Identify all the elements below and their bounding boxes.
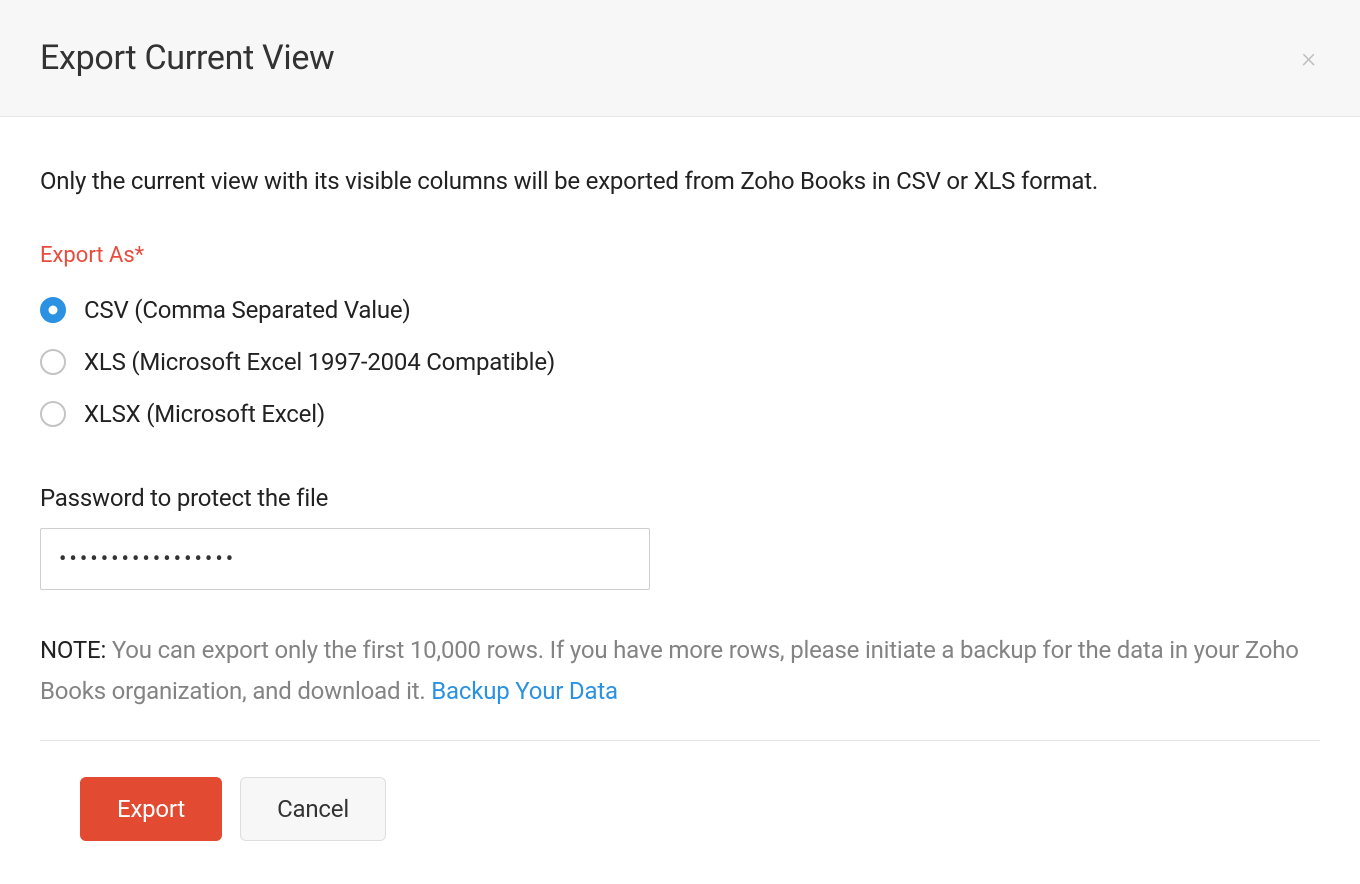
password-label: Password to protect the file: [40, 484, 1320, 512]
modal-header: Export Current View ×: [0, 0, 1360, 117]
radio-option-xlsx[interactable]: XLSX (Microsoft Excel): [40, 400, 1320, 428]
cancel-button[interactable]: Cancel: [240, 777, 386, 841]
radio-option-xls[interactable]: XLS (Microsoft Excel 1997-2004 Compatibl…: [40, 348, 1320, 376]
radio-indicator: [40, 297, 66, 323]
radio-label: XLSX (Microsoft Excel): [84, 400, 325, 428]
radio-indicator: [40, 401, 66, 427]
modal-description: Only the current view with its visible c…: [40, 167, 1320, 195]
export-button[interactable]: Export: [80, 777, 222, 841]
radio-label: XLS (Microsoft Excel 1997-2004 Compatibl…: [84, 348, 555, 376]
radio-label: CSV (Comma Separated Value): [84, 296, 411, 324]
button-row: Export Cancel: [40, 777, 1320, 841]
note-block: NOTE: You can export only the first 10,0…: [40, 630, 1320, 741]
note-text: You can export only the first 10,000 row…: [40, 636, 1299, 705]
note-prefix: NOTE:: [40, 636, 106, 664]
modal-title: Export Current View: [40, 38, 334, 78]
modal-body: Only the current view with its visible c…: [0, 117, 1360, 861]
backup-data-link[interactable]: Backup Your Data: [431, 677, 618, 705]
password-input[interactable]: [40, 528, 650, 590]
export-as-label: Export As*: [40, 243, 1320, 268]
radio-option-csv[interactable]: CSV (Comma Separated Value): [40, 296, 1320, 324]
close-icon[interactable]: ×: [1297, 40, 1320, 76]
export-format-radio-group: CSV (Comma Separated Value) XLS (Microso…: [40, 296, 1320, 428]
radio-indicator: [40, 349, 66, 375]
